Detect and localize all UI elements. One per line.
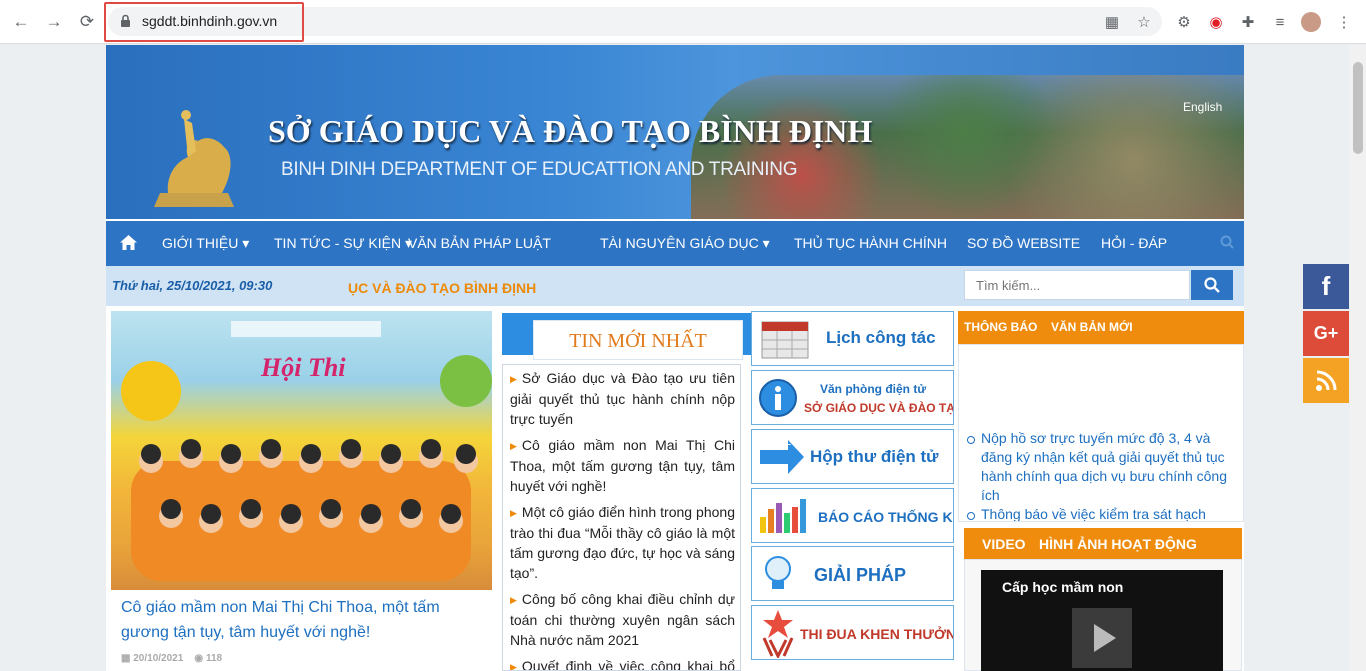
site-title: SỞ GIÁO DỤC VÀ ĐÀO TẠO BÌNH ĐỊNH: [268, 113, 873, 149]
browser-toolbar: ← → ⟳ sgddt.binhdinh.gov.vn ▦ ☆ ⚙ ◉ ✚ ≡ …: [0, 0, 1366, 44]
medal-icon: [762, 610, 794, 658]
list-item[interactable]: ▶ Công bố công khai điều chỉnh dự toán ch…: [508, 589, 735, 650]
tab-activity-photos[interactable]: HÌNH ẢNH HOẠT ĐỘNG: [1039, 536, 1197, 552]
newest-heading: TIN MỚI NHẤT: [533, 320, 743, 360]
facebook-icon: f: [1321, 271, 1331, 301]
newest-list: ▶ Sở Giáo dục và Đào tạo ưu tiên giải quy…: [502, 364, 741, 671]
featured-views: 118: [205, 653, 223, 664]
facebook-button[interactable]: f: [1303, 264, 1349, 309]
email-banner[interactable]: EMAIL Hộp thư điện tử: [751, 429, 954, 484]
nav-item-so-do[interactable]: SƠ ĐỒ WEBSITE: [967, 235, 1080, 251]
emulation-banner[interactable]: THI ĐUA KHEN THƯỞNG: [751, 605, 954, 660]
featured-date: 20/10/2021: [133, 653, 184, 664]
bullet-arrow-icon: ▶: [510, 441, 517, 451]
statistics-banner[interactable]: BÁO CÁO THỐNG KÊ: [751, 488, 954, 543]
english-link[interactable]: English: [1183, 100, 1222, 114]
search-input[interactable]: [964, 270, 1190, 300]
rss-icon: [1316, 370, 1337, 391]
calendar-icon: ▦: [121, 653, 131, 664]
bullet-arrow-icon: ▶: [510, 508, 517, 518]
list-item[interactable]: Nộp hồ sơ trực tuyến mức độ 3, 4 và đăng…: [967, 429, 1233, 505]
bar-chart-icon: [760, 499, 806, 533]
star-icon[interactable]: ☆: [1134, 12, 1154, 32]
bullet-arrow-icon: ▶: [510, 374, 517, 384]
video-title: Cấp học mầm non: [1002, 579, 1124, 595]
search-icon: [1204, 277, 1220, 293]
website: SỞ GIÁO DỤC VÀ ĐÀO TẠO BÌNH ĐỊNH BINH DI…: [106, 45, 1244, 671]
bullet-arrow-icon: ▶: [510, 662, 517, 671]
reload-icon[interactable]: ⟳: [74, 9, 100, 35]
googleplus-icon: G+: [1313, 323, 1339, 343]
list-item[interactable]: Thông báo về việc kiểm tra sát hạch: [967, 505, 1233, 521]
site-banner: SỞ GIÁO DỤC VÀ ĐÀO TẠO BÌNH ĐỊNH BINH DI…: [106, 45, 1244, 219]
nav-item-van-ban[interactable]: VĂN BẢN PHÁP LUẬT: [408, 235, 551, 251]
avatar[interactable]: [1301, 12, 1321, 32]
list-item[interactable]: ▶ Sở Giáo dục và Đào tạo ưu tiên giải quy…: [508, 368, 735, 429]
video-header: VIDEO HÌNH ẢNH HOẠT ĐỘNG: [964, 528, 1242, 559]
bullet-arrow-icon: ▶: [510, 595, 517, 605]
puzzle-icon[interactable]: ✚: [1238, 12, 1258, 32]
info-icon: [759, 379, 797, 417]
tab-new-documents[interactable]: VĂN BẢN MỚI: [1051, 320, 1133, 334]
rss-button[interactable]: [1303, 358, 1349, 403]
solutions-banner[interactable]: GIẢI PHÁP: [751, 546, 954, 601]
calendar-banner[interactable]: Lịch công tác: [751, 311, 954, 366]
current-date: Thứ hai, 25/10/2021, 09:30: [112, 278, 273, 293]
featured-photo: Hội Thi: [121, 321, 492, 581]
back-icon[interactable]: ←: [8, 9, 34, 35]
googleplus-button[interactable]: G+: [1303, 311, 1349, 356]
play-icon: [1094, 624, 1116, 652]
eye-icon: ◉: [194, 653, 204, 664]
opera-icon[interactable]: ◉: [1206, 12, 1226, 32]
tab-notices[interactable]: THÔNG BÁO: [964, 320, 1037, 334]
nav-item-thu-tuc[interactable]: THỦ TỤC HÀNH CHÍNH: [794, 235, 947, 251]
scrollbar-thumb[interactable]: [1353, 62, 1363, 154]
search-button[interactable]: [1191, 270, 1233, 300]
featured-image[interactable]: Hội Thi: [111, 311, 492, 590]
featured-meta: ▦ 20/10/2021 ◉ 118: [121, 653, 222, 664]
play-button[interactable]: [1072, 608, 1132, 668]
extension-gear-icon[interactable]: ⚙: [1174, 12, 1194, 32]
notice-header: THÔNG BÁO VĂN BẢN MỚI: [958, 311, 1244, 344]
tab-video[interactable]: VIDEO: [982, 536, 1026, 552]
qr-code-icon[interactable]: ▦: [1102, 12, 1122, 32]
nav-item-tai-nguyen[interactable]: TÀI NGUYÊN GIÁO DỤC ▾: [600, 235, 770, 252]
url-highlight-box: [104, 2, 304, 42]
featured-title[interactable]: Cô giáo mầm non Mai Thị Chi Thoa, một tấ…: [121, 595, 486, 645]
marquee-text: ỤC VÀ ĐÀO TẠO BÌNH ĐỊNH: [348, 280, 537, 296]
home-icon[interactable]: [119, 234, 138, 251]
nav-item-gioi-thieu[interactable]: GIỚI THIỆU ▾: [162, 235, 249, 252]
calendar-icon: [761, 321, 809, 359]
notice-list: Nộp hồ sơ trực tuyến mức độ 3, 4 và đăng…: [958, 344, 1244, 522]
menu-kebab-icon[interactable]: ⋮: [1334, 12, 1354, 32]
nav-item-hoi-dap[interactable]: HỎI - ĐÁP: [1101, 235, 1167, 251]
statue-emblem: [154, 110, 234, 207]
forward-icon[interactable]: →: [41, 9, 67, 35]
site-subtitle: BINH DINH DEPARTMENT OF EDUCATTION AND T…: [281, 159, 798, 180]
nav-search-icon[interactable]: [1220, 235, 1234, 249]
main-nav: GIỚI THIỆU ▾ TIN TỨC - SỰ KIỆN ▾ VĂN BẢN…: [106, 219, 1244, 266]
media-queue-icon[interactable]: ≡: [1270, 12, 1290, 32]
list-item[interactable]: ▶ Cô giáo mầm non Mai Thị Chi Thoa, một t…: [508, 435, 735, 496]
list-item[interactable]: ▶ Một cô giáo điển hình trong phong trào …: [508, 502, 735, 583]
nav-item-tin-tuc[interactable]: TIN TỨC - SỰ KIỆN ▾: [274, 235, 412, 252]
lightbulb-icon: [765, 556, 791, 589]
e-office-banner[interactable]: Văn phòng điện tử SỞ GIÁO DỤC VÀ ĐÀO TẠO: [751, 370, 954, 425]
list-item[interactable]: ▶Quyết định về việc công khai bổ sung dự…: [508, 656, 735, 671]
svg-text:Hội Thi: Hội Thi: [260, 353, 346, 382]
